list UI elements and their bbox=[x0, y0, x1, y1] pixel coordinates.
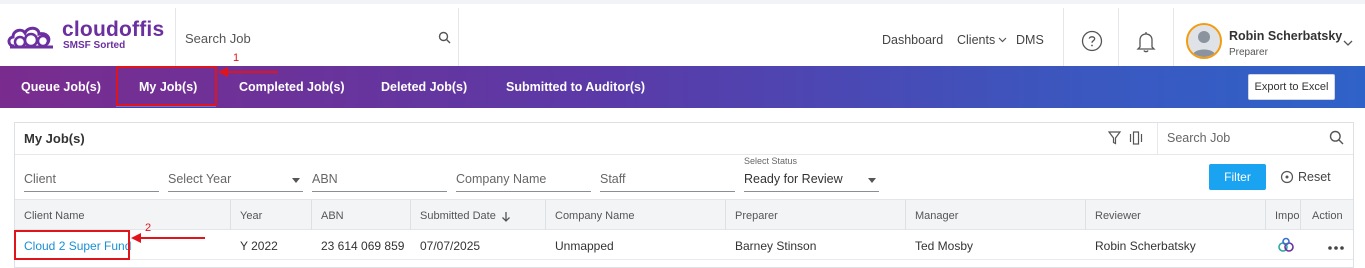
divider bbox=[311, 200, 312, 230]
columns-icon[interactable] bbox=[1129, 131, 1143, 150]
tab-completed-jobs[interactable]: Completed Job(s) bbox=[239, 80, 345, 94]
annotation-box-my-jobs bbox=[116, 66, 217, 106]
divider bbox=[1173, 8, 1174, 70]
divider bbox=[458, 8, 459, 70]
col-preparer[interactable]: Preparer bbox=[735, 210, 778, 222]
col-reviewer[interactable]: Reviewer bbox=[1095, 210, 1141, 222]
nav-clients-label: Clients bbox=[957, 33, 996, 47]
divider bbox=[1157, 123, 1158, 154]
col-impo[interactable]: Impo bbox=[1275, 210, 1299, 222]
more-actions-icon[interactable] bbox=[1327, 238, 1345, 256]
annotation-box-client-name bbox=[14, 230, 130, 260]
col-submitted-date-label: Submitted Date bbox=[420, 210, 496, 222]
cell-year: Y 2022 bbox=[240, 239, 278, 253]
staff-field[interactable]: Staff bbox=[600, 170, 735, 192]
cell-company-name: Unmapped bbox=[555, 239, 614, 253]
user-role: Preparer bbox=[1229, 47, 1268, 58]
cell-submitted-date: 07/07/2025 bbox=[420, 239, 481, 253]
tab-submitted-to-auditors[interactable]: Submitted to Auditor(s) bbox=[506, 80, 645, 94]
nav-clients[interactable]: Clients bbox=[957, 33, 1007, 47]
annotation-arrow-1 bbox=[218, 67, 278, 77]
divider bbox=[1085, 200, 1086, 230]
cell-reviewer: Robin Scherbatsky bbox=[1095, 239, 1196, 253]
user-name[interactable]: Robin Scherbatsky bbox=[1229, 29, 1342, 43]
search-icon[interactable] bbox=[1329, 130, 1344, 150]
logo[interactable]: cloudoffis SMSF Sorted bbox=[6, 18, 165, 52]
filter-icon[interactable] bbox=[1107, 131, 1122, 150]
cell-preparer: Barney Stinson bbox=[735, 239, 817, 253]
divider bbox=[15, 154, 1353, 155]
annotation-number-1: 1 bbox=[233, 52, 240, 64]
caret-down-icon bbox=[292, 178, 300, 183]
chevron-down-icon bbox=[998, 37, 1007, 43]
year-select[interactable]: Select Year bbox=[168, 170, 303, 192]
top-search-input[interactable]: Search Job bbox=[185, 31, 251, 46]
reset-icon bbox=[1280, 170, 1294, 184]
divider bbox=[545, 200, 546, 230]
brand-name: cloudoffis bbox=[62, 18, 165, 41]
divider bbox=[230, 200, 231, 230]
filter-button[interactable]: Filter bbox=[1209, 164, 1266, 190]
divider bbox=[1063, 8, 1064, 70]
year-select-label: Select Year bbox=[168, 172, 232, 186]
company-name-field[interactable]: Company Name bbox=[456, 170, 591, 192]
status-select-label: Select Status bbox=[744, 156, 798, 166]
status-select[interactable]: Ready for Review bbox=[744, 170, 879, 192]
search-icon[interactable] bbox=[438, 31, 451, 49]
annotation-arrow-2 bbox=[131, 233, 205, 243]
status-select-value: Ready for Review bbox=[744, 172, 843, 186]
reset-button[interactable]: Reset bbox=[1280, 170, 1331, 184]
divider bbox=[725, 200, 726, 230]
my-jobs-panel: My Job(s) Search Job Client Select Year … bbox=[14, 122, 1354, 268]
export-to-excel-button[interactable]: Export to Excel bbox=[1248, 74, 1335, 100]
col-submitted-date[interactable]: Submitted Date bbox=[420, 210, 511, 222]
help-icon[interactable] bbox=[1081, 30, 1103, 57]
col-manager[interactable]: Manager bbox=[915, 210, 958, 222]
divider bbox=[410, 200, 411, 230]
avatar[interactable] bbox=[1186, 23, 1222, 59]
sort-arrow-down-icon bbox=[501, 211, 510, 222]
col-action: Action bbox=[1312, 210, 1343, 222]
col-year[interactable]: Year bbox=[240, 210, 262, 222]
panel-title: My Job(s) bbox=[24, 131, 85, 146]
divider bbox=[905, 200, 906, 230]
nav-dms[interactable]: DMS bbox=[1016, 33, 1044, 47]
table-row: Cloud 2 Super Fund Y 2022 23 614 069 859… bbox=[15, 230, 1353, 260]
tab-queue-jobs[interactable]: Queue Job(s) bbox=[21, 80, 101, 94]
brand-tagline: SMSF Sorted bbox=[63, 40, 126, 51]
divider bbox=[1118, 8, 1119, 70]
nav-dashboard[interactable]: Dashboard bbox=[882, 33, 943, 47]
bell-icon[interactable] bbox=[1136, 31, 1156, 58]
chevron-down-icon[interactable] bbox=[1343, 34, 1353, 52]
col-client-name[interactable]: Client Name bbox=[24, 210, 85, 222]
col-company-name[interactable]: Company Name bbox=[555, 210, 634, 222]
cloud-logo-icon bbox=[7, 26, 53, 49]
abn-field[interactable]: ABN bbox=[312, 170, 447, 192]
client-field[interactable]: Client bbox=[24, 170, 159, 192]
col-abn[interactable]: ABN bbox=[321, 210, 344, 222]
tab-deleted-jobs[interactable]: Deleted Job(s) bbox=[381, 80, 467, 94]
divider bbox=[1300, 200, 1301, 230]
top-header: cloudoffis SMSF Sorted Search Job Dashbo… bbox=[0, 0, 1365, 70]
cell-abn: 23 614 069 859 bbox=[321, 239, 405, 253]
import-link-icon[interactable] bbox=[1277, 236, 1295, 259]
reset-label: Reset bbox=[1298, 170, 1331, 184]
table-header: Client Name Year ABN Submitted Date Comp… bbox=[15, 199, 1353, 230]
cell-manager: Ted Mosby bbox=[915, 239, 974, 253]
caret-down-icon bbox=[868, 178, 876, 183]
divider bbox=[175, 8, 176, 70]
panel-search-input[interactable]: Search Job bbox=[1167, 131, 1230, 145]
divider bbox=[1265, 200, 1266, 230]
